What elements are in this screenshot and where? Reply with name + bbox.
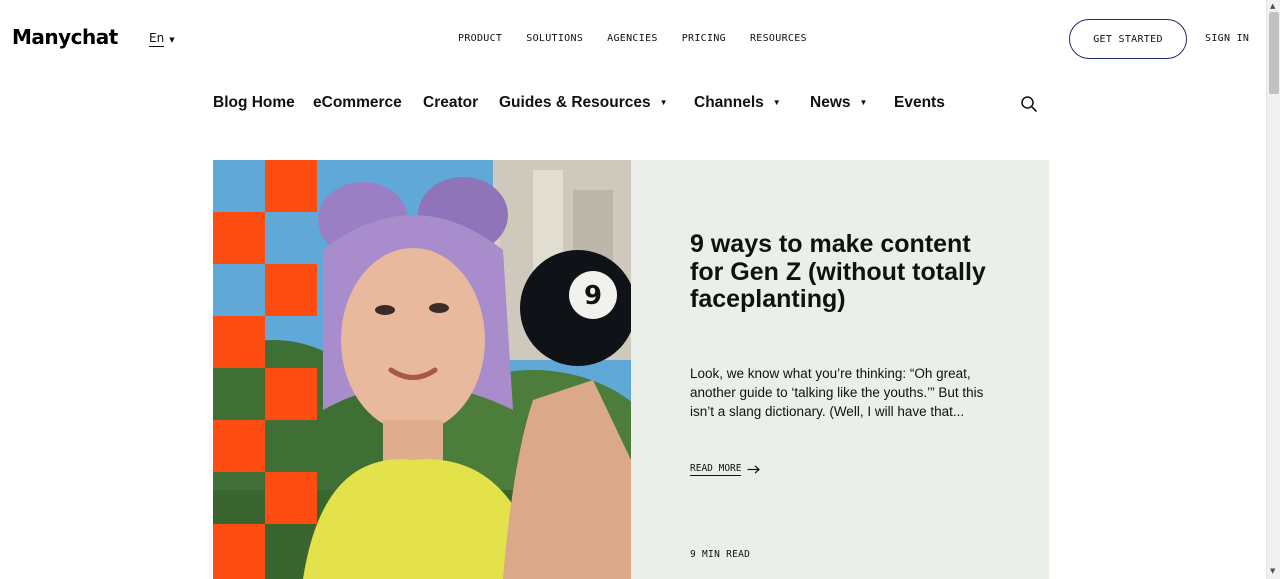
arrow-right-icon	[747, 465, 761, 474]
hero-photo-illustration: 9	[213, 160, 631, 579]
blog-nav-channels[interactable]: Channels ▼	[694, 94, 781, 112]
read-more-link[interactable]: READ MORE	[690, 463, 761, 476]
nav-resources[interactable]: RESOURCES	[750, 33, 807, 44]
blog-nav-guides-resources[interactable]: Guides & Resources ▼	[499, 94, 668, 112]
sign-in-link[interactable]: SIGN IN	[1205, 33, 1249, 44]
blog-nav-label: eCommerce	[313, 94, 402, 111]
language-label: En	[149, 31, 165, 47]
blog-nav-label: Channels	[694, 94, 764, 111]
main-nav: PRODUCT SOLUTIONS AGENCIES PRICING RESOU…	[458, 33, 807, 44]
blog-nav-label: Blog Home	[213, 94, 295, 111]
read-time-label: 9 MIN READ	[690, 549, 751, 560]
nav-pricing[interactable]: PRICING	[682, 33, 726, 44]
search-icon[interactable]	[1020, 95, 1038, 113]
chevron-down-icon: ▼	[169, 35, 175, 44]
blog-nav-events[interactable]: Events	[894, 94, 945, 112]
scrollbar-thumb[interactable]	[1269, 12, 1279, 94]
blog-nav-ecommerce[interactable]: eCommerce	[313, 94, 402, 112]
blog-nav-label: News	[810, 94, 851, 111]
manychat-logo[interactable]: Manychat	[12, 25, 118, 49]
scroll-down-arrow-icon[interactable]: ▼	[1270, 567, 1275, 575]
page-scrollbar[interactable]: ▲ ▼	[1266, 0, 1280, 579]
featured-post-title[interactable]: 9 ways to make content for Gen Z (withou…	[690, 230, 990, 314]
read-more-label: READ MORE	[690, 463, 742, 476]
featured-post-content: 9 ways to make content for Gen Z (withou…	[631, 160, 1049, 579]
blog-category-nav: Blog Home eCommerce Creator Guides & Res…	[213, 94, 1049, 116]
nav-solutions[interactable]: SOLUTIONS	[526, 33, 583, 44]
chevron-down-icon: ▼	[859, 98, 868, 107]
blog-nav-label: Guides & Resources	[499, 94, 651, 111]
blog-nav-label: Events	[894, 94, 945, 111]
blog-nav-news[interactable]: News ▼	[810, 94, 867, 112]
language-selector[interactable]: En ▼	[149, 32, 175, 47]
blog-nav-blog-home[interactable]: Blog Home	[213, 94, 295, 112]
blog-nav-creator[interactable]: Creator	[423, 94, 478, 112]
scroll-up-arrow-icon[interactable]: ▲	[1270, 2, 1275, 10]
featured-post-card[interactable]: 9 9 ways to make content for Gen Z (with…	[213, 160, 1049, 579]
chevron-down-icon: ▼	[772, 98, 781, 107]
ball-number: 9	[584, 281, 602, 311]
featured-post-excerpt: Look, we know what you’re thinking: “Oh …	[690, 366, 984, 419]
featured-post-image[interactable]: 9	[213, 160, 631, 579]
nav-agencies[interactable]: AGENCIES	[607, 33, 658, 44]
site-header: Manychat En ▼ PRODUCT SOLUTIONS AGENCIES…	[0, 0, 1266, 78]
chevron-down-icon: ▼	[659, 98, 668, 107]
get-started-button[interactable]: GET STARTED	[1069, 19, 1187, 59]
nav-product[interactable]: PRODUCT	[458, 33, 502, 44]
blog-nav-label: Creator	[423, 94, 479, 111]
